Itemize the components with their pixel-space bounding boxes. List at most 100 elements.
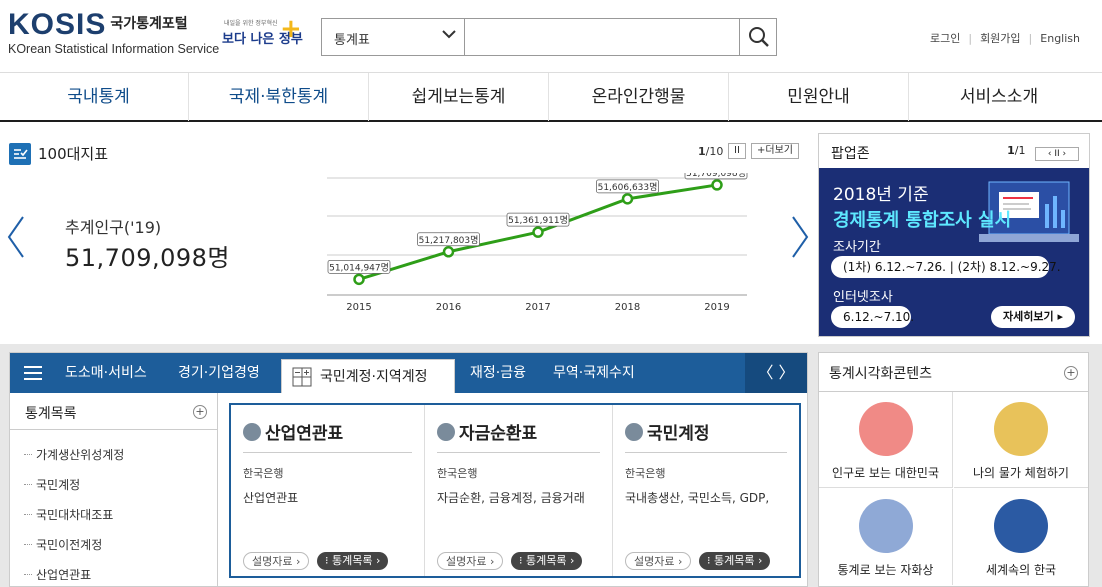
banner-survey[interactable]: 2018년 기준 경제통계 통합조사 실시 조사기간 (1차) 6.12.~7.… xyxy=(819,168,1089,336)
search-button[interactable] xyxy=(739,19,776,55)
portrait-icon xyxy=(858,499,913,553)
data-point xyxy=(353,273,365,286)
gov-innovation-logo[interactable]: 내일을 위한 정부혁신 보다 나은 정부 + xyxy=(222,14,303,54)
indicator-page-total: /10 xyxy=(705,145,724,158)
data-label: 51,606,633명 xyxy=(598,182,658,193)
vis-item-label: 세계속의 한국 xyxy=(985,563,1057,577)
x-tick-label: 2018 xyxy=(615,302,640,313)
banner-detail-button[interactable]: 자세히보기 ▸ xyxy=(991,306,1075,328)
english-link[interactable]: English xyxy=(1032,32,1088,45)
stats-category-panel: 도소매·서비스 경기·기업경영 국민계정·지역계정 재정·금융 무역·국제수지 … xyxy=(9,352,808,587)
popup-controls: 1/1 ‹ II › xyxy=(1007,144,1079,161)
vis-title: 통계시각화콘텐츠 xyxy=(829,366,933,382)
header: KOSIS 국가통계포털 KOrean Statistical Informati… xyxy=(0,0,1102,72)
tab-scroll-buttons[interactable]: 〈 〉 xyxy=(745,353,807,393)
divider xyxy=(437,452,600,453)
sidebar-item-national-accounts[interactable]: 국민계정 xyxy=(24,476,80,493)
nav-online-publications[interactable]: 온라인간행물 xyxy=(549,73,729,121)
popup-page-total: /1 xyxy=(1014,144,1026,157)
sidebar-title: 통계목록 xyxy=(25,406,77,422)
sidebar-item-balance-sheet[interactable]: 국민대차대조표 xyxy=(24,506,113,523)
checklist-icon xyxy=(9,143,31,165)
nav-international-stats[interactable]: 국제·북한통계 xyxy=(189,73,369,121)
nav-easy-stats[interactable]: 쉽게보는통계 xyxy=(369,73,549,121)
sidebar-item-io-table[interactable]: 산업연관표 xyxy=(24,566,91,583)
login-link[interactable]: 로그인 xyxy=(922,30,968,46)
card-title-text: 자금순환표 xyxy=(459,424,538,444)
card-desc: 산업연관표 xyxy=(243,491,299,505)
popup-nav-buttons[interactable]: ‹ II › xyxy=(1035,147,1079,161)
plus-circle-icon[interactable]: + xyxy=(193,405,207,419)
vis-item-world[interactable]: 세계속의 한국 xyxy=(954,489,1088,585)
list-button[interactable]: ⁝ 통계목록 › xyxy=(317,552,389,570)
banner-internet-dates: 6.12.~7.10. xyxy=(831,306,914,328)
plus-circle-icon[interactable]: + xyxy=(1064,366,1078,380)
doc-button[interactable]: 설명자료 › xyxy=(437,552,504,570)
x-tick-label: 2017 xyxy=(525,302,550,313)
indicator-title: 100대지표 xyxy=(38,145,109,163)
tab-national-accounts[interactable]: 국민계정·지역계정 xyxy=(281,359,455,393)
main-navigation: 국내통계 국제·북한통계 쉽게보는통계 온라인간행물 민원안내 서비스소개 xyxy=(0,72,1102,122)
card-title: 국민계정 xyxy=(625,419,710,444)
menu-icon[interactable] xyxy=(24,364,42,382)
x-tick-label: 2019 xyxy=(704,302,729,313)
next-arrow-icon[interactable] xyxy=(790,215,810,269)
card-desc: 국내총생산, 국민소득, GDP, xyxy=(625,491,770,505)
divider xyxy=(625,452,787,453)
tab-trade[interactable]: 무역·국제수지 xyxy=(553,353,635,393)
sidebar-item-transfer[interactable]: 국민이전계정 xyxy=(24,536,102,553)
logo-subtitle: KOrean Statistical Information Service xyxy=(8,42,220,56)
tab-retail-service[interactable]: 도소매·서비스 xyxy=(65,353,147,393)
doc-label: 설명자료 xyxy=(634,555,675,568)
popup-zone: 팝업존 1/1 ‹ II › 2018년 기준 경제통계 통합조사 실시 조사기… xyxy=(818,133,1090,337)
banner-headline: 경제통계 통합조사 실시 xyxy=(833,210,1012,231)
banner-period-label: 조사기간 xyxy=(833,240,881,255)
stats-icon xyxy=(437,423,455,441)
stats-list-sidebar: 통계목록 + 가계생산위성계정 국민계정 국민대차대조표 국민이전계정 산업연관… xyxy=(10,393,218,586)
indicator-value: 51,709,098명 xyxy=(65,244,230,272)
card-org: 한국은행 xyxy=(437,467,478,480)
vis-item-label: 나의 물가 체험하기 xyxy=(973,466,1069,480)
chevron-down-icon xyxy=(442,30,456,39)
nav-domestic-stats[interactable]: 국내통계 xyxy=(9,73,189,121)
card-io-table[interactable]: 산업연관표 한국은행 산업연관표 설명자료 › ⁝ 통계목록 › xyxy=(231,405,425,576)
doc-label: 설명자료 xyxy=(252,555,293,568)
indicator-pagination: 1/10 xyxy=(698,145,723,158)
join-link[interactable]: 회원가입 xyxy=(972,30,1028,46)
nav-civil-service[interactable]: 민원안내 xyxy=(729,73,909,121)
card-flow-of-funds[interactable]: 자금순환표 한국은행 자금순환, 금융계정, 금융거래 설명자료 › ⁝ 통계목… xyxy=(425,405,613,576)
sidebar-item-household[interactable]: 가계생산위성계정 xyxy=(24,446,124,463)
vis-item-price[interactable]: 나의 물가 체험하기 xyxy=(954,392,1088,488)
logo-kr: 국가통계포털 xyxy=(110,16,188,32)
vis-item-portrait[interactable]: 통계로 보는 자화상 xyxy=(819,489,953,585)
prev-arrow-icon[interactable] xyxy=(6,215,26,269)
list-button[interactable]: ⁝ 통계목록 › xyxy=(511,552,583,570)
popup-page-current: 1 xyxy=(1007,144,1015,157)
divider xyxy=(243,452,412,453)
card-org: 한국은행 xyxy=(243,467,284,480)
card-title: 산업연관표 xyxy=(243,419,343,444)
card-national-accounts[interactable]: 국민계정 한국은행 국내총생산, 국민소득, GDP, 설명자료 › ⁝ 통계목… xyxy=(613,405,799,576)
nav-service-intro[interactable]: 서비스소개 xyxy=(909,73,1089,121)
data-point xyxy=(442,246,455,258)
card-title-text: 국민계정 xyxy=(647,424,710,444)
banner-internet-label: 인터넷조사 xyxy=(833,290,893,305)
search-category-select[interactable]: 통계표 xyxy=(322,19,465,55)
search-bar: 통계표 xyxy=(321,18,777,56)
top-links: 로그인 | 회원가입 | English xyxy=(922,30,1088,46)
category-tabs: 도소매·서비스 경기·기업경영 국민계정·지역계정 재정·금융 무역·국제수지 … xyxy=(10,353,807,393)
banner-detail-label: 자세히보기 xyxy=(1003,310,1054,323)
doc-button[interactable]: 설명자료 › xyxy=(243,552,310,570)
search-category-label: 통계표 xyxy=(334,33,370,48)
tab-business[interactable]: 경기·기업경영 xyxy=(178,353,260,393)
list-button[interactable]: ⁝ 통계목록 › xyxy=(699,552,771,570)
stats-cards: 산업연관표 한국은행 산업연관표 설명자료 › ⁝ 통계목록 › 자금순환표 한… xyxy=(229,403,801,578)
search-input[interactable] xyxy=(466,19,740,55)
tab-finance[interactable]: 재정·금융 xyxy=(470,353,526,393)
doc-button[interactable]: 설명자료 › xyxy=(625,552,692,570)
pause-button[interactable]: II xyxy=(728,143,746,159)
vis-item-population[interactable]: 인구로 보는 대한민국 xyxy=(819,392,953,488)
kosis-logo[interactable]: KOSIS 국가통계포털 KOrean Statistical Informati… xyxy=(8,8,219,56)
more-button[interactable]: +더보기 xyxy=(751,143,799,159)
globe-icon xyxy=(994,499,1048,553)
